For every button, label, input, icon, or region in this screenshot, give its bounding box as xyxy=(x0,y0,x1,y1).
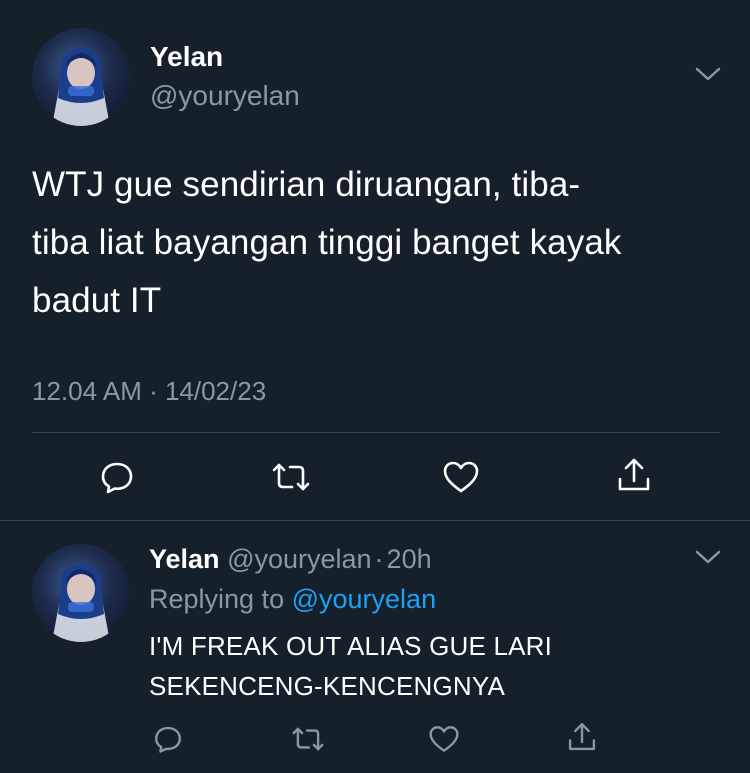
reply-dot: · xyxy=(374,544,384,574)
replying-to-handle[interactable]: @youryelan xyxy=(292,584,436,614)
reply-header: Yelan @youryelan · 20h xyxy=(149,542,432,576)
reply-display-name[interactable]: Yelan xyxy=(149,544,220,574)
reply-avatar[interactable] xyxy=(32,544,130,642)
share-icon[interactable] xyxy=(614,455,654,495)
reply-tweet-line: I'M FREAK OUT ALIAS GUE LARI xyxy=(149,631,553,661)
reply-retweet-icon[interactable] xyxy=(290,723,326,755)
reply-tweet-text: I'M FREAK OUT ALIAS GUE LARI SEKENCENG-K… xyxy=(149,626,719,706)
main-handle[interactable]: @youryelan xyxy=(150,79,300,113)
reply-reply-icon[interactable] xyxy=(152,723,184,755)
reply-chevron-down-icon[interactable] xyxy=(694,547,722,567)
main-tweet-line: WTJ gue sendirian diruangan, tiba- xyxy=(32,165,581,204)
main-chevron-down-icon[interactable] xyxy=(694,64,722,84)
main-tweet-line: badut IT xyxy=(32,281,162,320)
replying-to-line: Replying to @youryelan xyxy=(149,582,436,616)
reply-share-icon[interactable] xyxy=(565,720,599,754)
main-tweet-text: WTJ gue sendirian diruangan, tiba- tiba … xyxy=(32,156,722,330)
main-timestamp[interactable]: 12.04 AM · 14/02/23 xyxy=(32,374,266,408)
retweet-icon[interactable] xyxy=(270,458,312,496)
profile-avatar-icon xyxy=(52,48,110,126)
reply-age[interactable]: 20h xyxy=(387,544,432,574)
main-tweet-line: tiba liat bayangan tinggi banget kayak xyxy=(32,223,622,262)
replying-to-label: Replying to xyxy=(149,584,285,614)
section-divider xyxy=(0,520,750,521)
like-icon[interactable] xyxy=(441,459,481,495)
main-divider xyxy=(32,432,720,433)
reply-icon[interactable] xyxy=(98,458,136,496)
main-avatar[interactable] xyxy=(32,28,130,126)
reply-handle[interactable]: @youryelan xyxy=(227,544,371,574)
profile-avatar-icon xyxy=(52,564,110,642)
reply-tweet-line: SEKENCENG-KENCENGNYA xyxy=(149,671,506,701)
reply-like-icon[interactable] xyxy=(427,724,461,754)
main-display-name[interactable]: Yelan xyxy=(150,40,223,74)
